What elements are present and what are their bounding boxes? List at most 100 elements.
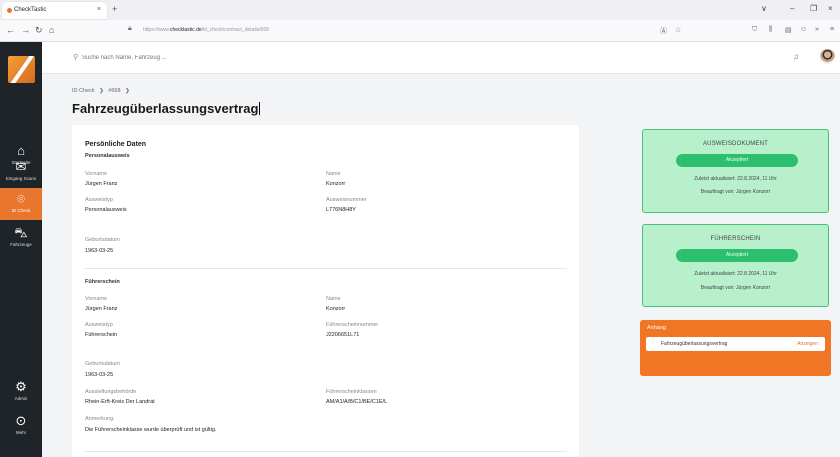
doc-type-label: Ausweistyp	[85, 197, 113, 203]
translate-icon[interactable]: Ⓐ	[660, 26, 667, 36]
panel-title: FÜHRERSCHEIN	[710, 236, 761, 242]
license-last-name-label: Name	[326, 296, 341, 302]
note-label: Anmerkung:	[85, 416, 115, 422]
license-first-name-label: Vorname	[85, 296, 108, 302]
assigned-by-text: Beauftragt von: Jürgen Konzorr	[700, 285, 771, 291]
panel-title: AUSWEISDOKUMENT	[702, 141, 768, 147]
sidebar-item-label: Admin	[14, 396, 28, 401]
section-title: Persönliche Daten	[85, 141, 147, 148]
accepted-status-button[interactable]: Akzeptiert	[676, 249, 798, 262]
restore-button[interactable]: ❐	[810, 4, 817, 13]
minimize-button[interactable]: –	[790, 4, 794, 13]
browser-tab[interactable]: CheckTastic ×	[2, 2, 107, 19]
new-tab-button[interactable]: +	[112, 4, 117, 14]
license-last-name-value: Konzorr	[326, 306, 346, 312]
sidebar-item-label: Fahrzeuge	[10, 242, 32, 247]
note-value: Die Führerscheinklasse wurde überprüft u…	[85, 427, 217, 433]
browser-tab-bar: CheckTastic × + ∨ – ❐ ×	[0, 0, 840, 20]
license-birthdate-label: Geburtsdatum	[85, 361, 120, 367]
app-logo[interactable]	[8, 56, 35, 83]
sidebar-item-eingang-scans[interactable]: ✉ Eingang Scans	[0, 156, 42, 188]
license-doc-type-value: Führerschein	[85, 332, 118, 338]
birthdate-value: 1963-03-25	[85, 248, 114, 254]
license-birthdate-value: 1963-03-25	[85, 372, 114, 378]
search-icon: ⚲	[73, 54, 79, 61]
address-bar[interactable]: 🔒︎ https://www.checktastic.de/id_check/c…	[125, 23, 645, 38]
license-classes-label: Führerscheinklassen	[326, 389, 377, 395]
divider	[85, 268, 567, 269]
license-number-label: Führerscheinnummer	[326, 322, 379, 328]
doc-type-value: Personalausweis	[85, 207, 127, 213]
breadcrumb-item-id-check[interactable]: ID Check	[72, 88, 95, 94]
sidebar-item-mehr[interactable]: ⊙ Mehr	[0, 410, 42, 442]
attachment-title: Anhang	[647, 325, 666, 331]
menu-icon[interactable]: ≡	[830, 26, 834, 33]
breadcrumb-separator-icon: ❯	[125, 88, 130, 94]
birthdate-label: Geburtsdatum	[85, 237, 120, 243]
sidebar-item-id-check[interactable]: ⌾ ID Check	[0, 188, 42, 220]
attachment-filename: Fahrzeugüberlassungsvertrag	[661, 341, 728, 347]
authority-label: Ausstellungsbehörde	[85, 389, 137, 395]
accepted-status-button[interactable]: Akzeptiert	[676, 154, 798, 167]
sidebar-item-admin[interactable]: ⚙ Admin	[0, 376, 42, 408]
sidebar-item-label: Eingang Scans	[5, 176, 37, 181]
app-topbar: ⚲ ♫	[42, 42, 840, 74]
last-name-label: Name	[326, 171, 341, 177]
main-content: ⚲ ♫ ID Check ❯ #668 ❯ Fahrzeugüberlassun…	[42, 42, 840, 457]
avatar[interactable]	[820, 49, 835, 64]
app-sidebar: ⌂ Startseite ✉ Eingang Scans ⌾ ID Check …	[0, 42, 42, 457]
back-arrow-icon[interactable]: ←	[6, 25, 15, 35]
extensions-icon[interactable]: »	[815, 26, 819, 33]
license-heading: Führerschein	[85, 279, 120, 285]
breadcrumb: ID Check ❯ #668 ❯	[72, 88, 133, 94]
bell-icon[interactable]: ♫	[793, 52, 799, 61]
text-caret	[259, 102, 261, 115]
authority-value: Rhein-Erft-Kreis Der Landrat	[85, 399, 155, 405]
sidebar-item-label: ID Check	[11, 208, 31, 213]
window-close-button[interactable]: ×	[828, 4, 833, 13]
browser-toolbar: ← → ↻ ⌂ 🔒︎ https://www.checktastic.de/id…	[0, 20, 840, 42]
first-name-label: Vorname	[85, 171, 108, 177]
car-icon: ⛍	[14, 225, 28, 240]
shield-icon[interactable]: ⛉	[752, 26, 757, 34]
license-classes-value: AM/A1/A/B/C1/BE/C1E/L	[326, 399, 388, 405]
last-name-value: Konzorr	[326, 181, 346, 187]
page-title[interactable]: Fahrzeugüberlassungsvertrag	[72, 101, 261, 116]
last-updated-text: Zuletzt aktualisiert: 22.8.2024, 11 Uhr	[694, 271, 777, 277]
sidebar-item-fahrzeuge[interactable]: ⛍ Fahrzeuge	[0, 222, 42, 254]
list-all-tabs-icon[interactable]: ∨	[761, 4, 767, 13]
inbox-icon: ✉	[15, 159, 27, 174]
divider	[85, 451, 567, 452]
last-updated-text: Zuletzt aktualisiert: 22.8.2024, 11 Uhr	[694, 176, 777, 182]
license-doc-type-label: Ausweistyp	[85, 322, 113, 328]
show-attachment-link[interactable]: Anzeigen	[797, 341, 818, 347]
breadcrumb-separator-icon: ❯	[99, 88, 104, 94]
library-icon[interactable]: ⫼	[769, 26, 772, 34]
reader-icon[interactable]: ▤	[785, 26, 792, 34]
account-icon[interactable]: ☺	[800, 26, 807, 33]
attachment-row: ◌ Fahrzeugüberlassungsvertrag Anzeigen	[646, 337, 825, 351]
reload-icon[interactable]: ↻	[35, 25, 43, 36]
search-input[interactable]	[82, 51, 332, 65]
favicon-icon	[7, 8, 12, 13]
license-first-name-value: Jürgen Franz	[85, 306, 118, 312]
address-url: https://www.checktastic.de/id_check/cont…	[143, 27, 269, 33]
doc-number-value: L776N8H8Y	[326, 207, 356, 213]
attachment-panel: Anhang ◌ Fahrzeugüberlassungsvertrag Anz…	[640, 320, 831, 376]
bookmark-star-icon[interactable]: ☆	[675, 26, 681, 34]
sidebar-item-label: Mehr	[15, 430, 27, 435]
personal-data-card: Persönliche Daten Personalausweis Vornam…	[72, 125, 579, 457]
more-icon: ⊙	[15, 413, 27, 428]
lock-icon: 🔒︎	[128, 25, 132, 32]
home-page-icon[interactable]: ⌂	[49, 25, 54, 35]
license-status-panel: FÜHRERSCHEIN Akzeptiert Zuletzt aktualis…	[642, 224, 829, 307]
tab-close-icon[interactable]: ×	[97, 6, 101, 13]
license-number-value: J2206651L71	[326, 332, 360, 338]
gear-icon: ⚙	[15, 379, 27, 394]
id-scan-icon: ⌾	[17, 191, 25, 206]
forward-arrow-icon[interactable]: →	[21, 25, 30, 35]
tab-title: CheckTastic	[14, 7, 47, 13]
doc-number-label: Ausweisnummer	[326, 197, 367, 203]
id-document-status-panel: AUSWEISDOKUMENT Akzeptiert Zuletzt aktua…	[642, 129, 829, 213]
assigned-by-text: Beauftragt von: Jürgen Konzorr	[700, 189, 771, 195]
